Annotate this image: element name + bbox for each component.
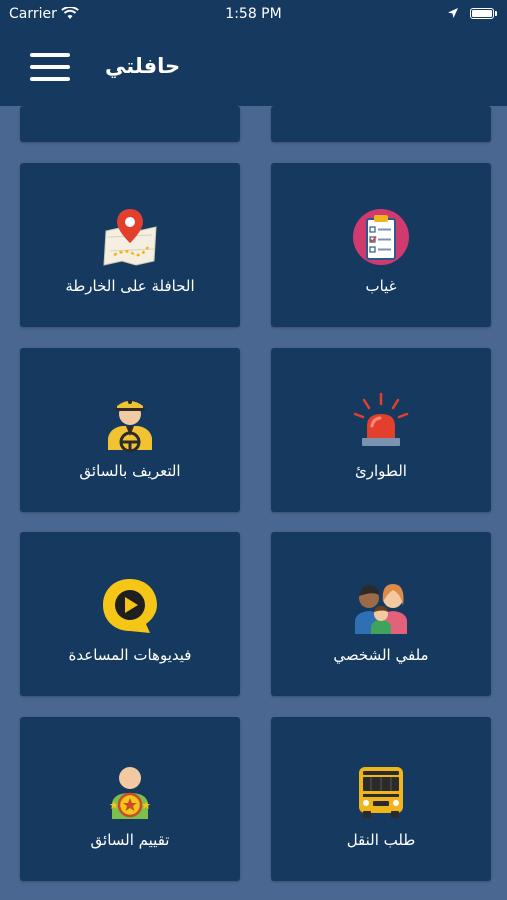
tile-rate-driver[interactable]: تقييم السائق: [20, 717, 240, 881]
tile-label: التعريف بالسائق: [79, 462, 181, 480]
app-title: حافلتي: [105, 54, 181, 78]
tile-transfer-request[interactable]: طلب النقل: [271, 717, 491, 881]
partial-tile-right[interactable]: [271, 106, 491, 142]
driver-icon: [108, 400, 152, 452]
hamburger-menu-button[interactable]: [28, 50, 72, 84]
menu-line: [30, 53, 70, 57]
partial-tile-left[interactable]: [20, 106, 240, 142]
tile-my-profile[interactable]: ملفي الشخصي: [271, 532, 491, 696]
siren-icon: [353, 392, 409, 446]
tile-absence[interactable]: غياب: [271, 163, 491, 327]
tile-label: غياب: [365, 277, 397, 295]
tile-label: فيديوهات المساعدة: [68, 646, 192, 664]
map-pin-icon: [103, 209, 157, 266]
rating-icon: [110, 767, 150, 819]
tile-label: طلب النقل: [346, 831, 416, 849]
family-icon: [355, 584, 407, 634]
tile-bus-on-map[interactable]: الحافلة على الخارطة: [20, 163, 240, 327]
battery-icon: [470, 8, 494, 19]
tile-label: ملفي الشخصي: [333, 646, 429, 664]
location-arrow-icon: [448, 8, 458, 18]
tile-label: تقييم السائق: [90, 831, 170, 849]
tile-emergency[interactable]: الطوارئ: [271, 348, 491, 512]
tile-help-videos[interactable]: فيديوهات المساعدة: [20, 532, 240, 696]
menu-line: [30, 65, 70, 69]
nav-bar: حافلتي: [0, 30, 507, 106]
status-bar: Carrier 1:58 PM: [0, 0, 507, 30]
play-video-icon: [103, 579, 157, 633]
tile-driver-info[interactable]: التعريف بالسائق: [20, 348, 240, 512]
bus-icon: [359, 767, 403, 818]
tile-label: الطوارئ: [355, 462, 407, 480]
battery-tip: [495, 11, 497, 16]
menu-line: [30, 77, 70, 81]
tile-label: الحافلة على الخارطة: [65, 277, 195, 295]
checklist-icon: [353, 209, 409, 265]
clock: 1:58 PM: [225, 6, 282, 22]
